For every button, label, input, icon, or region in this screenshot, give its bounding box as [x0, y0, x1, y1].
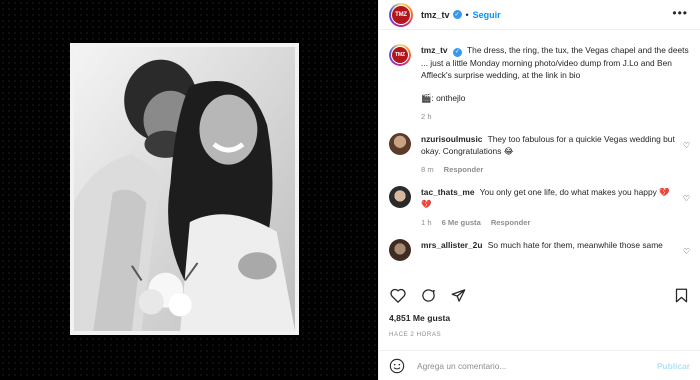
- reply-button[interactable]: Responder: [444, 165, 484, 174]
- post-modal: TMZ tmz_tv ✓ • Seguir ••• TMZ tmz_tv ✓ T…: [0, 0, 700, 380]
- comment-row: mrs_allister_2u So much hate for them, m…: [389, 238, 690, 261]
- caption-username[interactable]: tmz_tv: [421, 45, 448, 55]
- like-comment-heart-icon[interactable]: ♡: [683, 194, 690, 203]
- verified-badge-icon: ✓: [452, 47, 462, 57]
- comment-text: mrs_allister_2u So much hate for them, m…: [421, 239, 663, 250]
- author-avatar[interactable]: TMZ: [389, 2, 413, 27]
- author-username[interactable]: tmz_tv: [421, 10, 450, 20]
- comment-input[interactable]: [417, 360, 657, 371]
- like-comment-heart-icon[interactable]: ♡: [683, 141, 690, 150]
- comment-meta: 8 m Responder: [421, 165, 676, 174]
- add-comment-bar: Publicar: [379, 350, 700, 380]
- commenter-avatar[interactable]: [389, 132, 411, 155]
- post-header: TMZ tmz_tv ✓ • Seguir •••: [379, 0, 700, 30]
- comment-time[interactable]: 1 h: [421, 218, 432, 227]
- caption-meta: 2 h: [421, 112, 690, 121]
- commenter-username[interactable]: nzurisoulmusic: [421, 134, 482, 144]
- caption-row: TMZ tmz_tv ✓ The dress, the ring, the tu…: [389, 44, 690, 121]
- post-panel: TMZ tmz_tv ✓ • Seguir ••• TMZ tmz_tv ✓ T…: [378, 0, 700, 380]
- verified-badge-icon: ✓: [452, 10, 462, 19]
- comment-text: nzurisoulmusic They too fabulous for a q…: [421, 133, 675, 156]
- comment-likes[interactable]: 6 Me gusta: [442, 218, 481, 227]
- post-actions: [389, 286, 690, 304]
- save-bookmark-icon[interactable]: [672, 286, 690, 304]
- reply-button[interactable]: Responder: [491, 218, 531, 227]
- comment-row: nzurisoulmusic They too fabulous for a q…: [389, 132, 690, 174]
- like-comment-heart-icon[interactable]: ♡: [683, 247, 690, 256]
- comment-time[interactable]: 8 m: [421, 165, 434, 174]
- commenter-username[interactable]: mrs_allister_2u: [421, 240, 482, 250]
- commenter-username[interactable]: tac_thats_me: [421, 187, 475, 197]
- post-photo[interactable]: [70, 43, 299, 335]
- caption-text: tmz_tv ✓ The dress, the ring, the tux, t…: [421, 45, 689, 80]
- comment-row: tac_thats_me You only get one life, do w…: [389, 185, 690, 227]
- comment-text: tac_thats_me You only get one life, do w…: [421, 186, 670, 209]
- share-send-icon[interactable]: [449, 286, 467, 304]
- caption-credit: 🎬: onthejlo: [421, 92, 466, 103]
- caption-avatar[interactable]: TMZ: [389, 44, 411, 66]
- commenter-avatar[interactable]: [389, 185, 411, 208]
- likes-count[interactable]: 4,851 Me gusta: [389, 313, 450, 323]
- comment-bubble-icon[interactable]: [419, 286, 437, 304]
- wedding-photo-illustration: [74, 47, 295, 331]
- commenter-avatar[interactable]: [389, 238, 411, 261]
- post-media: [0, 0, 378, 380]
- caption-time[interactable]: 2 h: [421, 112, 432, 121]
- post-time-ago[interactable]: HACE 2 HORAS: [389, 331, 441, 338]
- follow-button[interactable]: Seguir: [473, 10, 501, 20]
- more-options-icon[interactable]: •••: [672, 7, 688, 19]
- publish-button[interactable]: Publicar: [657, 361, 690, 371]
- header-separator: •: [465, 9, 469, 20]
- emoji-picker-icon[interactable]: [389, 358, 405, 374]
- comments-list[interactable]: TMZ tmz_tv ✓ The dress, the ring, the tu…: [379, 38, 700, 275]
- like-heart-icon[interactable]: [389, 286, 407, 304]
- comment-meta: 1 h 6 Me gusta Responder: [421, 218, 676, 227]
- tmz-logo: TMZ: [392, 5, 410, 24]
